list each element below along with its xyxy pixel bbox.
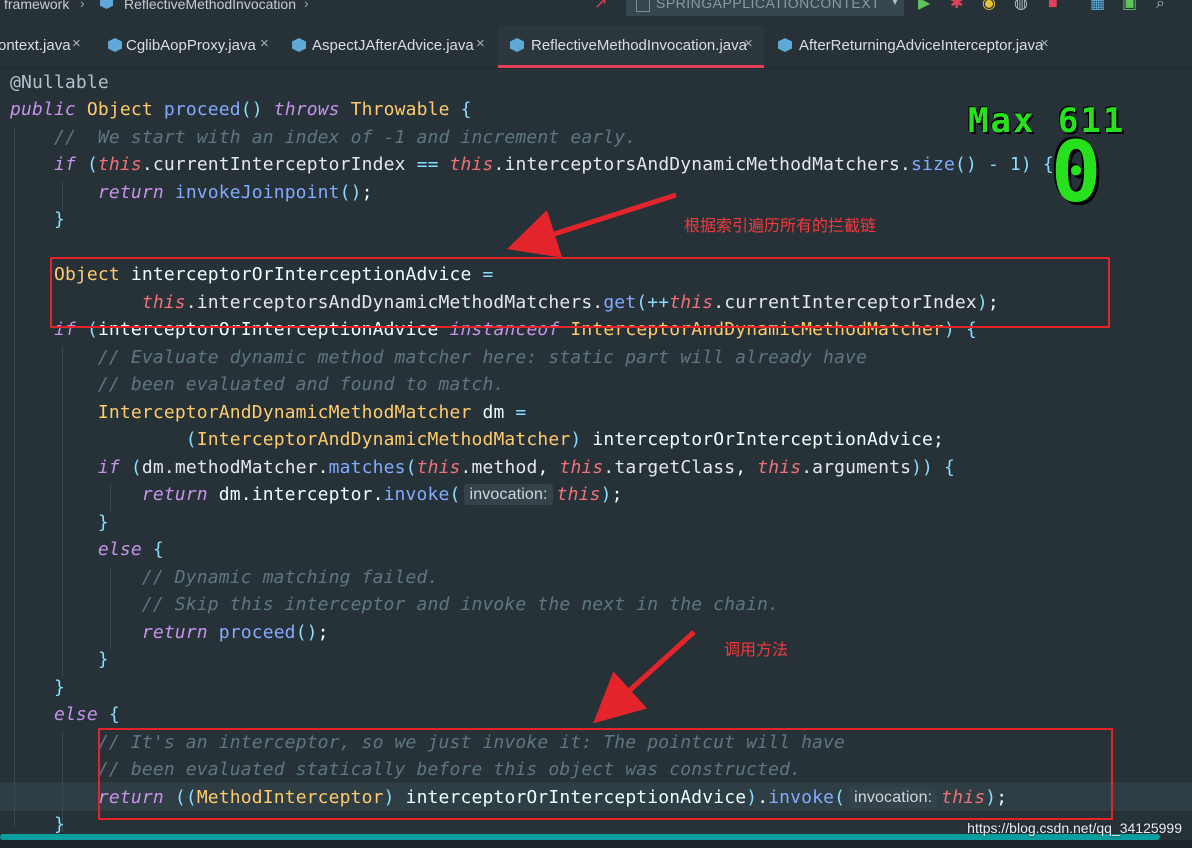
arrow-to-get-interceptor: [506, 192, 677, 258]
status-strip: [0, 840, 1192, 848]
watermark: https://blog.csdn.net/qq_34125999: [967, 820, 1182, 836]
counter-value: 0: [1050, 123, 1102, 221]
arrow-to-invoke-interceptor: [593, 630, 696, 724]
